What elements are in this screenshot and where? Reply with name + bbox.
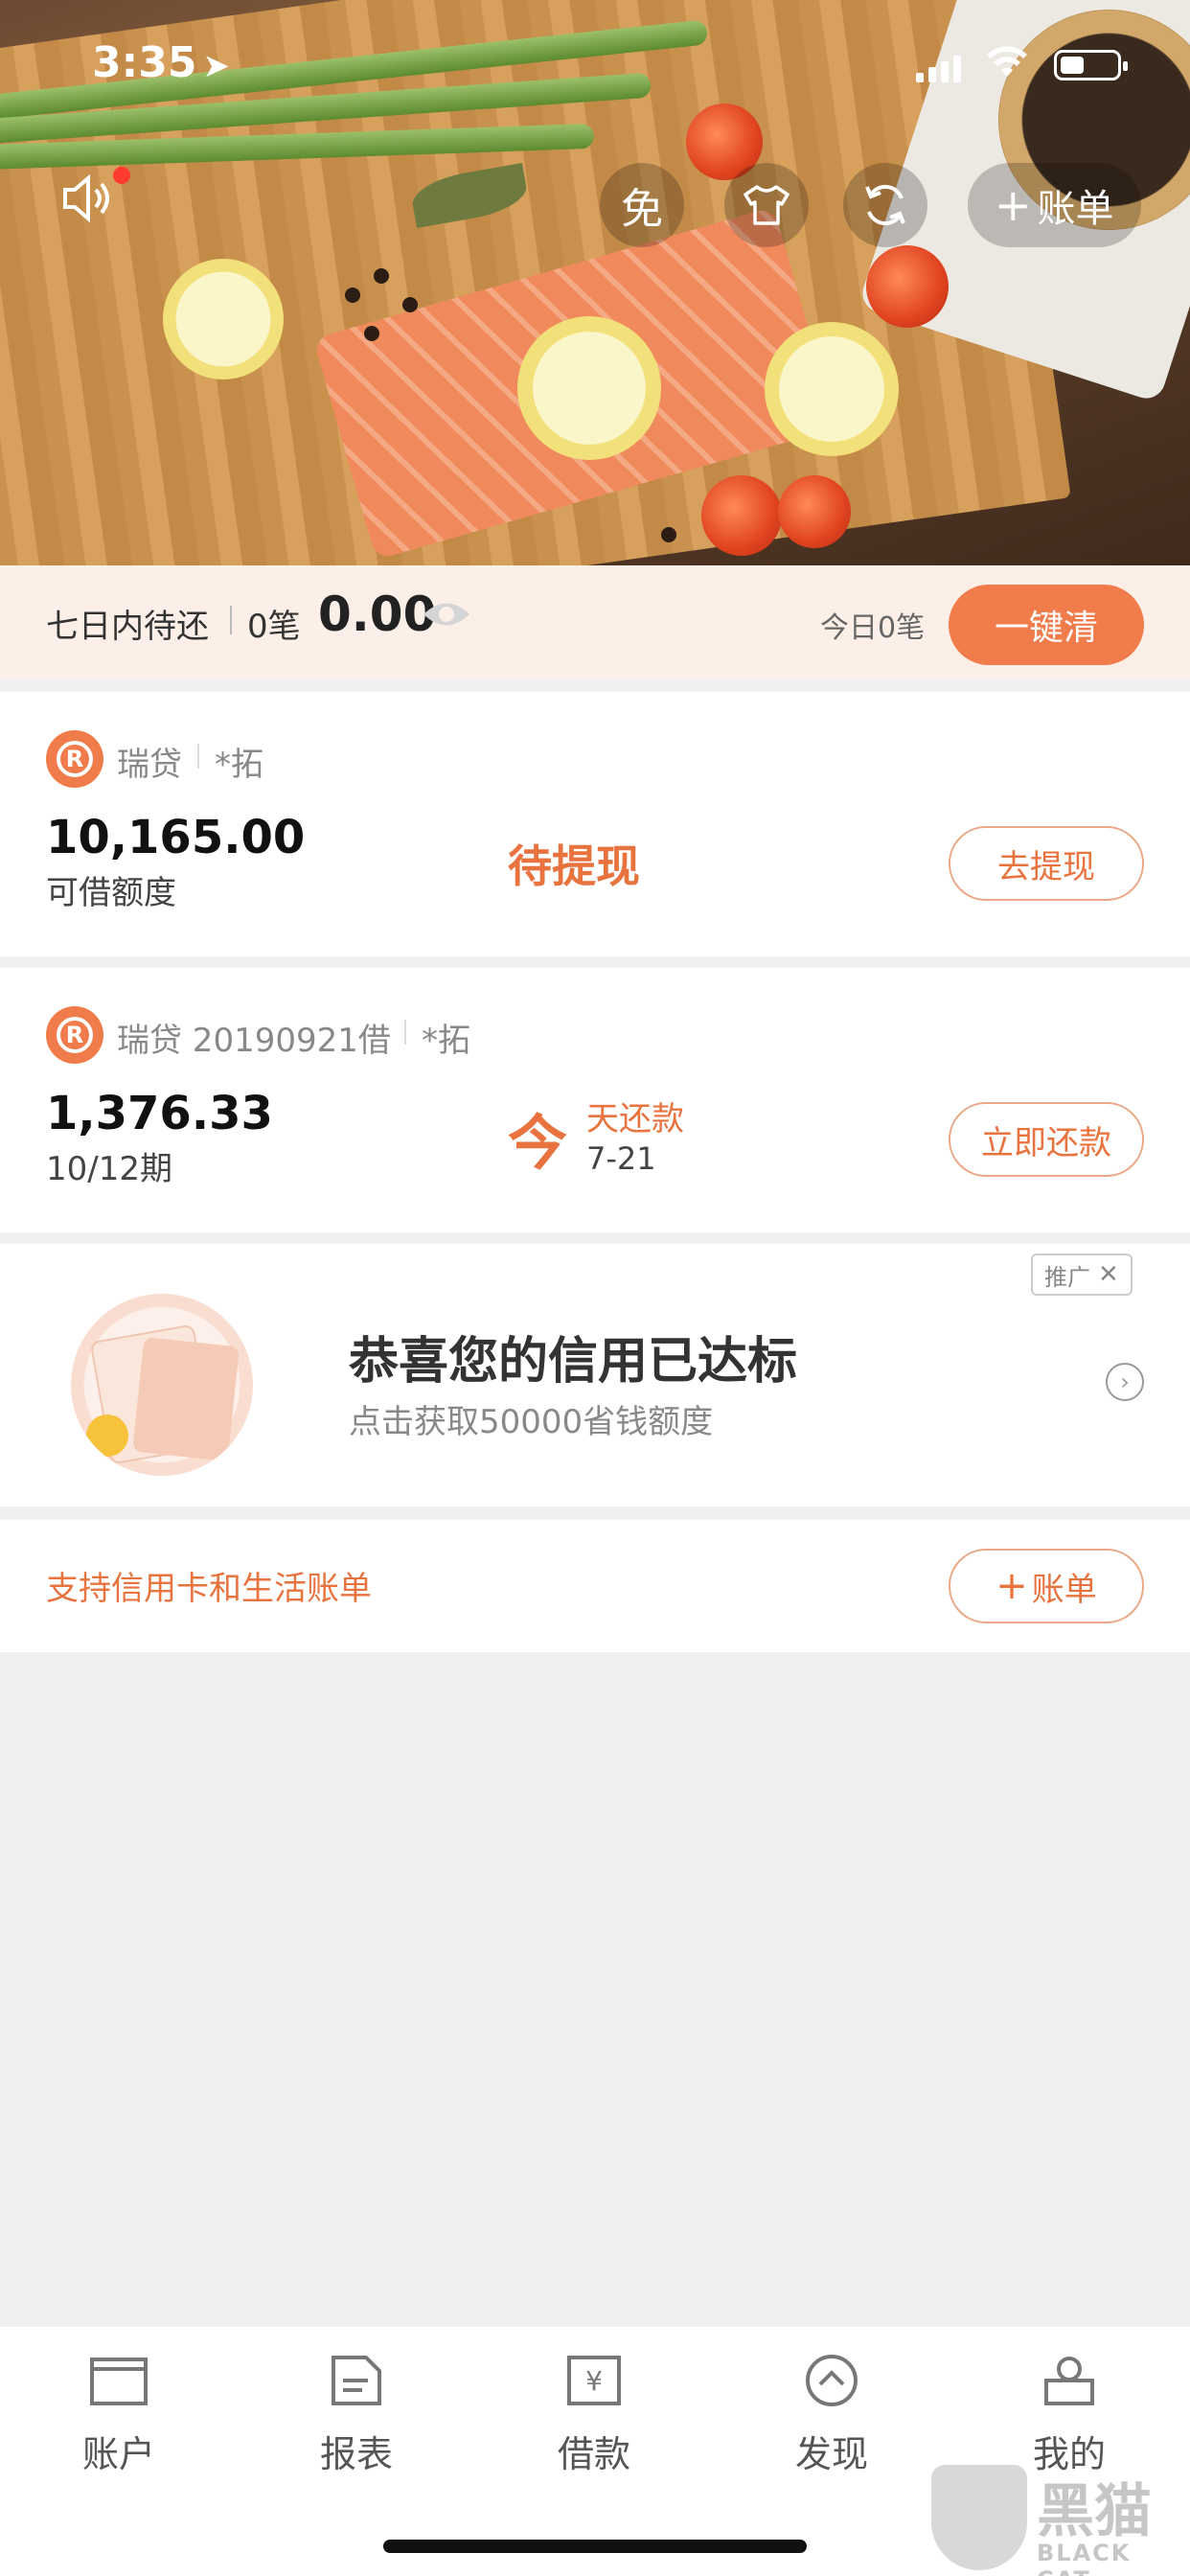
- free-label: 免: [621, 185, 663, 234]
- due-seven-days-label: 七日内待还: [46, 608, 209, 646]
- chevron-right-icon[interactable]: ›: [1106, 1363, 1144, 1401]
- lemon-image: [517, 316, 661, 460]
- pepper-image: [402, 297, 418, 312]
- withdraw-status: 待提现: [508, 840, 640, 892]
- lemon-image: [163, 259, 284, 380]
- tab-discover[interactable]: 发现: [765, 2354, 899, 2477]
- tab-mine[interactable]: 我的: [1002, 2354, 1136, 2477]
- watermark-text-en: BLACK CAT: [1037, 2540, 1132, 2576]
- skin-button[interactable]: [724, 163, 809, 247]
- promo-tag-label: 推广: [1044, 1263, 1090, 1291]
- loan-icon: ¥: [567, 2356, 621, 2405]
- tab-label: 账户: [81, 2433, 155, 2475]
- tomato-image: [701, 475, 782, 556]
- credit-card-illustration: [71, 1294, 253, 1476]
- watermark-shield-icon: [931, 2465, 1027, 2570]
- shirt-icon: [744, 185, 790, 225]
- svg-text:¥: ¥: [585, 2365, 603, 2397]
- tab-account[interactable]: 账户: [52, 2354, 186, 2477]
- credit-limit-amount: 10,165.00: [46, 811, 306, 864]
- repay-card[interactable]: R 瑞贷 20190921借 *拓 1,376.33 10/12期 今 天还款 …: [0, 968, 1190, 1232]
- ruidai-logo-icon: R: [46, 1006, 103, 1064]
- bill-support-text: 支持信用卡和生活账单: [46, 1570, 372, 1608]
- home-indicator: [383, 2540, 807, 2553]
- pepper-image: [661, 527, 676, 542]
- refresh-button[interactable]: [843, 163, 927, 247]
- product-name: 瑞贷: [117, 746, 182, 784]
- notification-dot: [113, 167, 130, 184]
- promo-title: 恭喜您的信用已达标: [349, 1333, 798, 1391]
- tomato-image: [866, 245, 949, 328]
- add-bill-top-button[interactable]: + 账单: [968, 163, 1141, 247]
- time-text: 3:35: [92, 38, 197, 87]
- divider: [197, 744, 199, 769]
- repay-now-button[interactable]: 立即还款: [949, 1102, 1144, 1177]
- status-bar: 3:35 ➤: [0, 38, 1190, 96]
- ruidai-logo-icon: R: [46, 730, 103, 788]
- due-count: 0笔: [247, 608, 301, 646]
- today-count: 今日0笔: [820, 611, 926, 645]
- product-name: 瑞贷 20190921借: [117, 1022, 391, 1060]
- account-name: *拓: [215, 746, 263, 784]
- credit-limit-label: 可借额度: [46, 874, 176, 912]
- due-label: 天还款: [586, 1100, 684, 1138]
- add-bill-button[interactable]: + 账单: [949, 1549, 1144, 1623]
- repay-period: 10/12期: [46, 1150, 172, 1188]
- close-icon[interactable]: ✕: [1098, 1260, 1119, 1289]
- wallet-icon: [90, 2358, 148, 2405]
- compass-icon: [806, 2355, 858, 2406]
- profile-icon: [1044, 2357, 1094, 2405]
- tab-report[interactable]: 报表: [289, 2354, 423, 2477]
- plus-icon: +: [995, 1564, 1028, 1608]
- lemon-image: [765, 322, 899, 456]
- promo-tag[interactable]: 推广 ✕: [1031, 1254, 1133, 1296]
- tab-label: 报表: [319, 2433, 393, 2475]
- summary-bar: 七日内待还 0笔 0.00 今日0笔 一键清: [0, 565, 1190, 678]
- divider: [404, 1020, 406, 1045]
- tomato-image: [778, 475, 851, 548]
- plus-icon: +: [995, 179, 1032, 231]
- tab-loan[interactable]: ¥ 借款: [527, 2354, 661, 2477]
- one-click-clear-button[interactable]: 一键清: [949, 585, 1144, 665]
- battery-icon: [1054, 50, 1128, 80]
- withdraw-button[interactable]: 去提现: [949, 826, 1144, 901]
- cellular-signal-icon: [916, 56, 961, 82]
- wifi-icon: [985, 44, 1029, 87]
- add-bill-label: 账单: [1031, 1570, 1097, 1609]
- status-time: 3:35 ➤: [92, 38, 230, 87]
- free-button[interactable]: 免: [600, 163, 684, 247]
- speaker-icon[interactable]: [61, 167, 130, 232]
- blackcat-watermark: 黑猫 BLACK CAT: [931, 2465, 1190, 2576]
- add-bill-top-label: 账单: [1037, 187, 1114, 231]
- eye-icon[interactable]: [422, 598, 471, 631]
- today-icon: 今: [508, 1108, 568, 1178]
- pepper-image: [374, 268, 389, 284]
- repay-amount: 1,376.33: [46, 1087, 273, 1140]
- account-name: *拓: [422, 1022, 470, 1060]
- loan-card[interactable]: R 瑞贷 *拓 10,165.00 可借额度 待提现 去提现: [0, 692, 1190, 956]
- promo-banner[interactable]: 推广 ✕ 恭喜您的信用已达标 点击获取50000省钱额度 ›: [0, 1244, 1190, 1506]
- location-arrow-icon: ➤: [202, 47, 230, 85]
- refresh-icon: [865, 184, 905, 226]
- tab-label: 发现: [794, 2433, 868, 2475]
- pepper-image: [364, 326, 379, 341]
- due-date: 7-21: [586, 1140, 656, 1177]
- tab-label: 借款: [557, 2433, 630, 2475]
- watermark-text: 黑猫: [1037, 2478, 1152, 2545]
- report-icon: [332, 2356, 381, 2405]
- due-amount: 0.00: [318, 586, 437, 642]
- promo-subtitle: 点击获取50000省钱额度: [349, 1403, 714, 1441]
- bill-row[interactable]: 支持信用卡和生活账单 + 账单: [0, 1520, 1190, 1652]
- divider: [230, 606, 232, 634]
- pepper-image: [345, 288, 360, 303]
